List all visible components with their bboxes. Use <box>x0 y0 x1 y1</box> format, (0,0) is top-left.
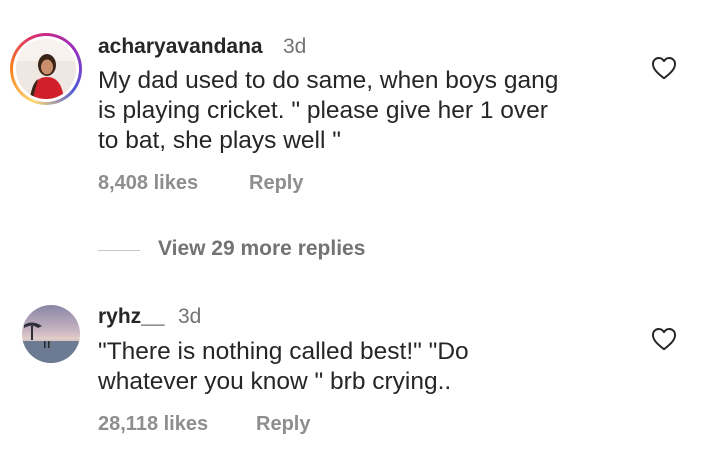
comment-text-line: whatever you know " brb crying.. <box>98 368 452 395</box>
comment-age: 3d <box>283 35 307 58</box>
comment-text: "There is nothing called best!" "Do what… <box>98 337 469 397</box>
reply-button[interactable]: Reply <box>256 413 310 436</box>
comment-text-line: "There is nothing called best!" "Do <box>98 338 469 365</box>
likes-count[interactable]: 28,118 likes <box>98 413 208 436</box>
reply-button[interactable]: Reply <box>249 172 303 195</box>
likes-count[interactable]: 8,408 likes <box>98 172 198 195</box>
comment-username[interactable]: ryhz__ <box>98 305 165 329</box>
comment-text: My dad used to do same, when boys gang i… <box>98 66 558 156</box>
comment-text-line: is playing cricket. " please give her 1 … <box>98 97 548 124</box>
avatar[interactable] <box>22 305 80 363</box>
heart-outline-icon[interactable] <box>651 327 677 351</box>
avatar[interactable] <box>16 39 76 99</box>
comment-age: 3d <box>178 305 202 328</box>
comment-username[interactable]: acharyavandana <box>98 35 263 59</box>
heart-outline-icon[interactable] <box>651 56 677 80</box>
comment-text-line: My dad used to do same, when boys gang <box>98 67 559 94</box>
view-more-replies-button[interactable]: View 29 more replies <box>158 237 365 261</box>
replies-divider <box>98 250 140 251</box>
comment-text-line: to bat, she plays well " <box>98 127 341 154</box>
